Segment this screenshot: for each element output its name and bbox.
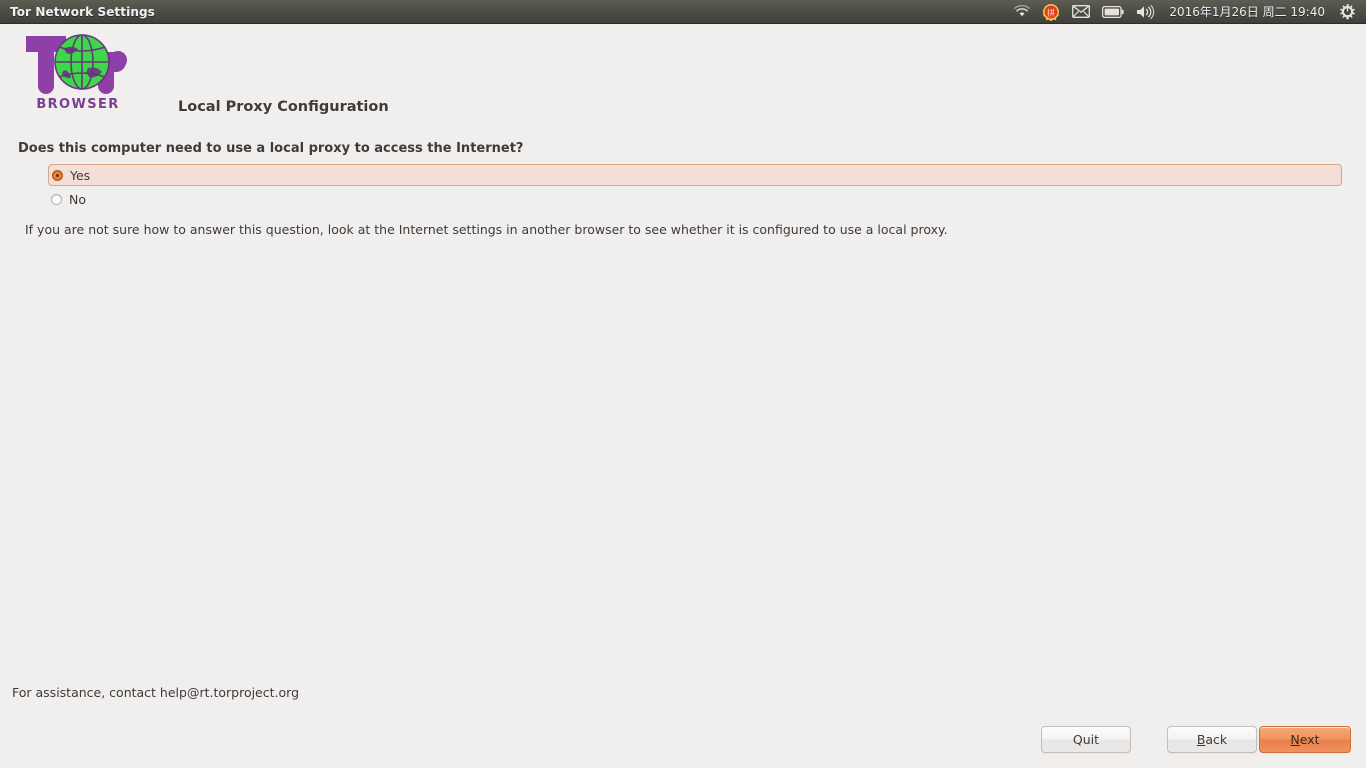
radio-option-yes[interactable]: Yes [48, 164, 1342, 186]
radio-label-no: No [69, 192, 86, 207]
proxy-hint-text: If you are not sure how to answer this q… [25, 222, 948, 237]
logo-wordmark: BROWSER [36, 97, 120, 112]
system-tray: 拼 2016年1月26日 周二 19:40 [1008, 0, 1366, 24]
volume-icon[interactable] [1130, 0, 1161, 24]
tor-logo-graphic [26, 34, 127, 94]
window-title: Tor Network Settings [10, 4, 155, 19]
tor-browser-logo: BROWSER [18, 30, 138, 112]
battery-icon[interactable] [1096, 0, 1130, 24]
radio-indicator-yes[interactable] [52, 169, 63, 181]
radio-label-yes: Yes [70, 167, 91, 183]
radio-indicator-no[interactable] [51, 194, 62, 205]
tray-clock[interactable]: 2016年1月26日 周二 19:40 [1161, 3, 1333, 20]
mail-icon[interactable] [1066, 0, 1096, 24]
quit-button[interactable]: Quit [1041, 726, 1131, 753]
next-rest: ext [1299, 732, 1320, 747]
quit-button-label: Quit [1072, 732, 1100, 747]
next-mnemonic: N [1290, 732, 1300, 747]
assistance-text: For assistance, contact help@rt.torproje… [12, 685, 299, 700]
dialog-button-bar: Quit Back Next [0, 718, 1366, 768]
back-rest: ack [1205, 732, 1228, 747]
next-button-label: Next [1290, 732, 1319, 747]
proxy-radio-group: Yes No [48, 164, 1342, 210]
window-titlebar: Tor Network Settings 拼 2016年1月26日 周二 19:… [0, 0, 1366, 24]
power-gear-icon[interactable] [1333, 0, 1362, 24]
back-button[interactable]: Back [1167, 726, 1257, 753]
input-method-icon[interactable]: 拼 [1036, 0, 1066, 24]
next-button[interactable]: Next [1259, 726, 1351, 753]
wifi-icon[interactable] [1008, 0, 1036, 24]
radio-option-no[interactable]: No [48, 189, 1342, 210]
back-button-label: Back [1197, 732, 1227, 747]
page-title: Local Proxy Configuration [178, 99, 389, 115]
svg-text:拼: 拼 [1047, 7, 1055, 17]
proxy-question-label: Does this computer need to use a local p… [18, 141, 524, 156]
